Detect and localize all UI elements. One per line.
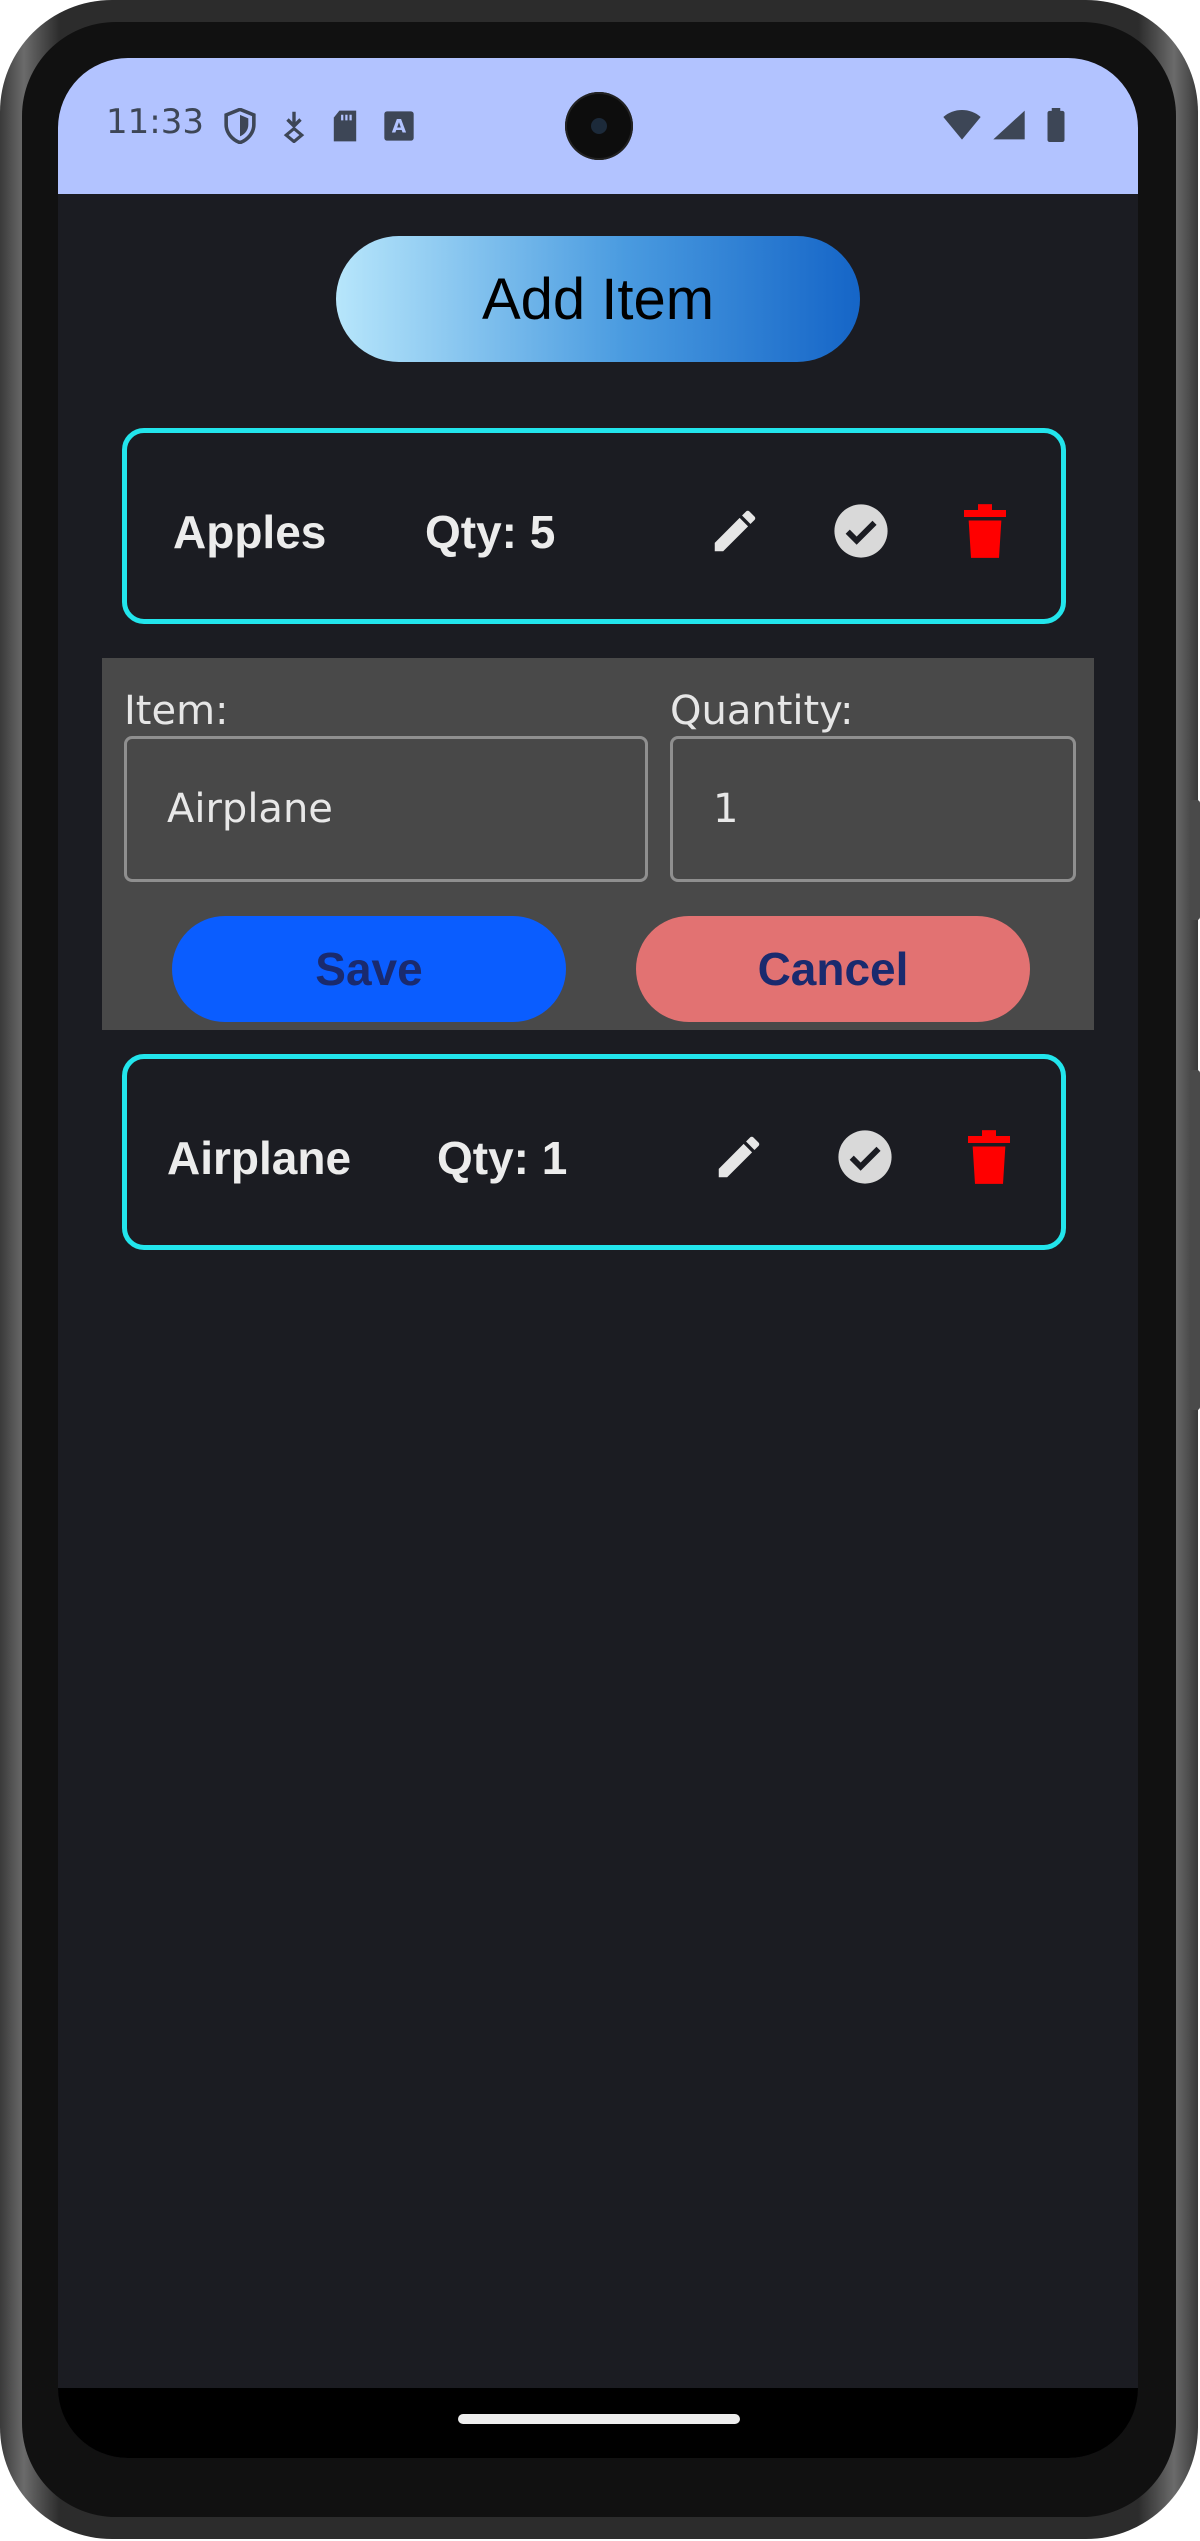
delete-icon[interactable] [953,499,1017,563]
check-circle-icon[interactable] [829,499,893,563]
save-button[interactable]: Save [172,916,566,1022]
power-button [1190,800,1200,920]
shield-icon [223,107,257,148]
edit-icon[interactable] [707,1125,771,1189]
screen: 11:33 A Add Item Apples Qty: 5 Item: Air… [58,58,1138,2458]
item-card: Airplane Qty: 1 [122,1054,1066,1250]
item-name: Apples [173,506,327,558]
status-system-icons [942,108,1066,146]
sd-card-icon [331,109,359,147]
status-notification-icons: A [223,107,415,148]
quantity-input[interactable] [670,736,1076,882]
svg-text:A: A [392,117,407,138]
item-card: Apples Qty: 5 [122,428,1066,624]
item-quantity: Qty: 5 [425,506,556,558]
battery-icon [1046,108,1066,146]
item-field-label: Item: [124,688,229,734]
add-item-button[interactable]: Add Item [336,236,860,362]
item-name: Airplane [167,1132,352,1184]
check-circle-icon[interactable] [833,1125,897,1189]
quantity-field-label: Quantity: [670,688,854,734]
item-name-input[interactable] [124,736,648,882]
navigation-bar [58,2388,1138,2458]
wifi-icon [942,109,982,145]
download-icon [281,109,307,147]
delete-icon[interactable] [957,1125,1021,1189]
home-gesture-handle[interactable] [458,2414,740,2424]
signal-icon [992,109,1026,145]
edit-icon[interactable] [703,499,767,563]
cancel-button[interactable]: Cancel [636,916,1030,1022]
edit-item-panel: Item: Quantity: Save Cancel [102,658,1094,1030]
item-quantity: Qty: 1 [437,1132,568,1184]
volume-button [1190,1070,1200,1410]
text-a-icon: A [383,110,415,146]
status-time: 11:33 [106,102,204,142]
phone-frame: 11:33 A Add Item Apples Qty: 5 Item: Air… [0,0,1200,2539]
front-camera [565,92,633,160]
status-bar: 11:33 A [58,58,1138,194]
